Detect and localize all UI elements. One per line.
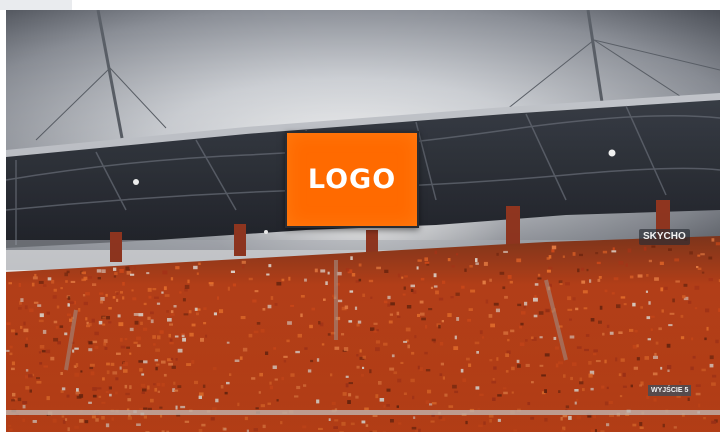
video-screen: LOGO: [285, 131, 419, 228]
corner-patch: [0, 0, 72, 10]
logo-text: LOGO: [307, 164, 397, 195]
right-banner: SKYCHO: [639, 229, 690, 245]
exit-sign: WYJŚCIE 5: [648, 385, 692, 396]
